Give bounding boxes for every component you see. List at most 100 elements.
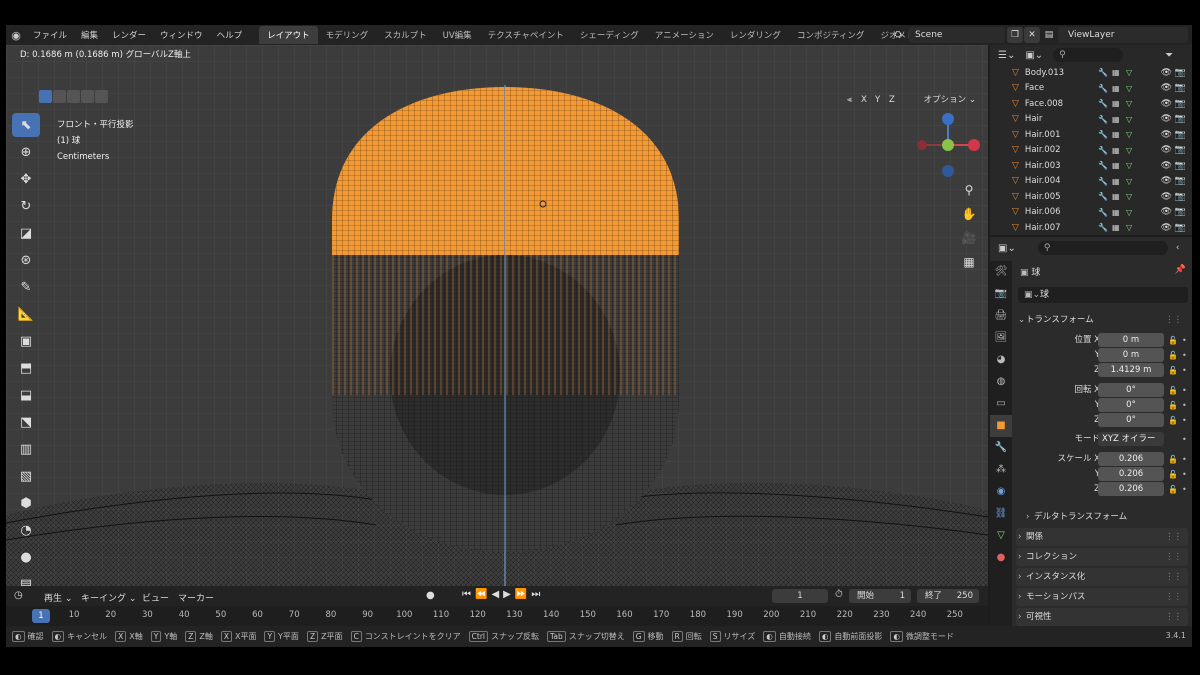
mesh-data-icon[interactable]: ▽ <box>1126 84 1132 93</box>
select-extend-icon[interactable] <box>53 90 66 103</box>
visibility-eye-icon[interactable]: 👁 <box>1161 207 1172 217</box>
select-box-tool-icon[interactable]: ⬉ <box>12 113 40 137</box>
lock-icon[interactable]: 🔓 <box>1168 467 1178 482</box>
scene-selector[interactable]: Scene <box>909 27 1005 43</box>
view-menu[interactable]: ビュー <box>142 591 169 604</box>
keyframe-dot-icon[interactable]: • <box>1182 432 1187 447</box>
select-invert-icon[interactable] <box>81 90 94 103</box>
scale-tool-icon[interactable]: ◪ <box>12 221 40 245</box>
keyframe-dot-icon[interactable]: • <box>1182 333 1187 348</box>
marker-menu[interactable]: マーカー <box>178 591 214 604</box>
lock-icon[interactable]: 🔓 <box>1168 333 1178 348</box>
extrude-tool-icon[interactable]: ⬒ <box>12 356 40 380</box>
gizmo-y-icon[interactable] <box>942 139 954 151</box>
tab-layout[interactable]: レイアウト <box>259 26 318 44</box>
camera-view-icon[interactable]: 🎥 <box>960 229 978 247</box>
render-camera-icon[interactable]: 📷 <box>1175 161 1186 171</box>
gizmo-z-icon[interactable] <box>942 113 954 125</box>
vertex-group-icon[interactable]: ▦ <box>1112 208 1120 217</box>
output-tab-icon[interactable]: 🖨 <box>990 305 1012 327</box>
visibility-eye-icon[interactable]: 👁 <box>1161 223 1172 233</box>
modifier-icon[interactable]: 🔧 <box>1098 223 1108 232</box>
outliner-item[interactable]: ▽ Hair.003 🔧 ▦ ▽ 👁 📷 <box>990 158 1192 174</box>
render-camera-icon[interactable]: 📷 <box>1175 192 1186 202</box>
visibility-eye-icon[interactable]: 👁 <box>1161 192 1172 202</box>
visibility-eye-icon[interactable]: 👁 <box>1161 161 1172 171</box>
data-tab-icon[interactable]: ▽ <box>990 525 1012 547</box>
knife-tool-icon[interactable]: ▧ <box>12 464 40 488</box>
physics-tab-icon[interactable]: ◉ <box>990 481 1012 503</box>
vertex-group-icon[interactable]: ▦ <box>1112 192 1120 201</box>
tab-shading[interactable]: シェーディング <box>572 26 647 44</box>
tab-compositing[interactable]: コンポジティング <box>789 26 873 44</box>
move-tool-icon[interactable]: ✥ <box>12 167 40 191</box>
lock-icon[interactable]: 🔓 <box>1168 413 1178 428</box>
keyframe-dot-icon[interactable]: • <box>1182 348 1187 363</box>
play-icon[interactable]: ▶ <box>503 589 511 600</box>
transform-tool-icon[interactable]: ⊛ <box>12 248 40 272</box>
mesh-data-icon[interactable]: ▽ <box>1126 68 1132 77</box>
frame-ruler[interactable]: 1 10 20 30 40 50 60 70 80 90 100 110 120 130 140 150 160… <box>6 606 988 626</box>
visibility-eye-icon[interactable]: 👁 <box>1161 130 1172 140</box>
lock-icon[interactable]: 🔓 <box>1168 398 1178 413</box>
jump-keyframe-back-icon[interactable]: ⏪ <box>475 589 487 600</box>
modifier-icon[interactable]: 🔧 <box>1098 208 1108 217</box>
scale-y-field[interactable]: 0.206 <box>1098 467 1164 481</box>
mirror-z-button[interactable]: Z <box>886 93 898 107</box>
mesh-data-icon[interactable]: ▽ <box>1126 130 1132 139</box>
keyframe-dot-icon[interactable]: • <box>1182 398 1187 413</box>
select-new-icon[interactable] <box>39 90 52 103</box>
blender-logo-icon[interactable]: ◉ <box>6 29 26 42</box>
mirror-x-button[interactable]: X <box>858 93 870 107</box>
outliner-item[interactable]: ▽ Hair.007 🔧 ▦ ▽ 👁 📷 <box>990 220 1192 236</box>
mesh-data-icon[interactable]: ▽ <box>1126 99 1132 108</box>
rotation-x-field[interactable]: 0° <box>1098 383 1164 397</box>
outliner-item[interactable]: ▽ Body.013 🔧 ▦ ▽ 👁 📷 <box>990 65 1192 81</box>
remove-scene-icon[interactable]: ✕ <box>1024 27 1040 43</box>
jump-start-icon[interactable]: ⏮ <box>462 589 471 600</box>
expand-icon[interactable]: ‹ <box>1176 243 1180 253</box>
tab-animation[interactable]: アニメーション <box>647 26 722 44</box>
vertex-group-icon[interactable]: ▦ <box>1112 161 1120 170</box>
outliner-item[interactable]: ▽ Hair.004 🔧 ▦ ▽ 👁 📷 <box>990 174 1192 190</box>
location-x-field[interactable]: 0 m <box>1098 333 1164 347</box>
vertex-group-icon[interactable]: ▦ <box>1112 223 1120 232</box>
view-layer-icon[interactable]: ▤ <box>1041 27 1057 43</box>
bevel-tool-icon[interactable]: ⬔ <box>12 410 40 434</box>
keyframe-dot-icon[interactable]: • <box>1182 452 1187 467</box>
visibility-eye-icon[interactable]: 👁 <box>1161 68 1172 78</box>
tab-modeling[interactable]: モデリング <box>318 26 377 44</box>
outliner-item[interactable]: ▽ Hair.006 🔧 ▦ ▽ 👁 📷 <box>990 205 1192 221</box>
vertex-group-icon[interactable]: ▦ <box>1112 84 1120 93</box>
menu-help[interactable]: ヘルプ <box>210 29 250 41</box>
vertex-group-icon[interactable]: ▦ <box>1112 68 1120 77</box>
editor-type-icon[interactable]: ☰⌄ <box>998 50 1015 61</box>
spin-tool-icon[interactable]: ◔ <box>12 518 40 542</box>
render-camera-icon[interactable]: 📷 <box>1175 68 1186 78</box>
view-layer-tab-icon[interactable]: 🖼 <box>990 327 1012 349</box>
outliner-item[interactable]: ▽ Face.008 🔧 ▦ ▽ 👁 📷 <box>990 96 1192 112</box>
vertex-group-icon[interactable]: ▦ <box>1112 130 1120 139</box>
start-frame-field[interactable]: 開始 1 <box>849 589 911 603</box>
vertex-group-icon[interactable]: ▦ <box>1112 99 1120 108</box>
playback-menu[interactable]: 再生 ⌄ <box>44 591 72 604</box>
pin-icon[interactable]: 📌 <box>1175 265 1186 275</box>
zoom-icon[interactable]: ⚲ <box>960 181 978 199</box>
menu-window[interactable]: ウィンドウ <box>153 29 210 41</box>
mesh-data-icon[interactable]: ▽ <box>1126 161 1132 170</box>
gizmo-neg-x-icon[interactable] <box>917 140 927 150</box>
visibility-eye-icon[interactable]: 👁 <box>1161 176 1172 186</box>
lock-icon[interactable]: 🔓 <box>1168 348 1178 363</box>
relations-panel[interactable]: › 関係 ⋮⋮ <box>1016 528 1188 546</box>
keying-menu[interactable]: キーイング ⌄ <box>81 591 136 604</box>
drag-handle-icon[interactable]: ⋮⋮ <box>1165 311 1182 329</box>
world-tab-icon[interactable]: ◍ <box>990 371 1012 393</box>
instancing-panel[interactable]: › インスタンス化 ⋮⋮ <box>1016 568 1188 586</box>
modifier-tab-icon[interactable]: 🔧 <box>990 437 1012 459</box>
keyframe-dot-icon[interactable]: • <box>1182 467 1187 482</box>
transform-panel-header[interactable]: ⌄ トランスフォーム ⋮⋮ <box>1016 311 1188 329</box>
mesh-data-icon[interactable]: ▽ <box>1126 115 1132 124</box>
drag-handle-icon[interactable]: ⋮⋮ <box>1165 548 1182 566</box>
scene-tab-icon[interactable]: ◕ <box>990 349 1012 371</box>
mesh-data-icon[interactable]: ▽ <box>1126 146 1132 155</box>
